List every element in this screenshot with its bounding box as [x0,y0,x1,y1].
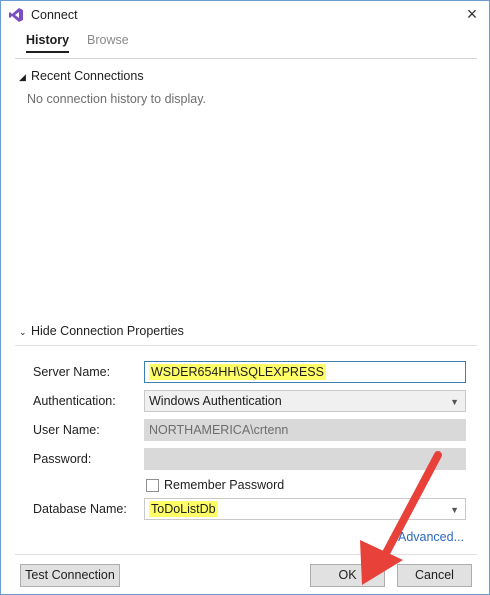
properties-divider [15,345,477,346]
database-name-select[interactable]: ToDoListDb ▼ [144,498,466,520]
hide-connection-properties-label: Hide Connection Properties [31,324,184,338]
database-name-value: ToDoListDb [149,501,218,517]
advanced-link[interactable]: Advanced... [398,530,464,544]
authentication-select[interactable]: Windows Authentication ▼ [144,390,466,412]
chevron-down-icon: ▼ [450,505,459,515]
authentication-value: Windows Authentication [149,394,282,408]
recent-connections-header[interactable]: ◢ Recent Connections [19,69,144,83]
ok-button[interactable]: OK [310,564,385,587]
chevron-down-icon: ⌄ [19,327,27,337]
tab-history[interactable]: History [26,33,70,53]
user-name-value: NORTHAMERICA\crtenn [149,423,289,437]
cancel-button[interactable]: Cancel [397,564,472,587]
title-bar: Connect × [1,1,489,29]
chevron-down-icon: ▼ [450,397,459,407]
user-name-label: User Name: [33,423,100,437]
tab-bar: History Browse [1,31,489,55]
remember-password-checkbox[interactable] [146,479,159,492]
triangle-up-icon: ◢ [19,72,26,82]
server-name-value: WSDER654HH\SQLEXPRESS [149,364,326,380]
window-title: Connect [31,8,78,22]
footer-divider [15,554,477,555]
tab-divider [15,58,477,59]
no-history-message: No connection history to display. [27,92,207,106]
server-name-input[interactable]: WSDER654HH\SQLEXPRESS [144,361,466,383]
visual-studio-icon [9,8,23,22]
test-connection-button[interactable]: Test Connection [20,564,120,587]
remember-password-label[interactable]: Remember Password [164,478,284,492]
tab-browse[interactable]: Browse [87,33,129,51]
recent-connections-label: Recent Connections [31,69,144,83]
close-icon[interactable]: × [463,5,481,24]
hide-connection-properties-header[interactable]: ⌄ Hide Connection Properties [19,324,184,338]
user-name-input: NORTHAMERICA\crtenn [144,419,466,441]
database-name-label: Database Name: [33,502,127,516]
authentication-label: Authentication: [33,394,116,408]
server-name-label: Server Name: [33,365,111,379]
password-input [144,448,466,470]
password-label: Password: [33,452,92,466]
connect-dialog: Connect × History Browse ◢ Recent Connect… [0,0,490,595]
